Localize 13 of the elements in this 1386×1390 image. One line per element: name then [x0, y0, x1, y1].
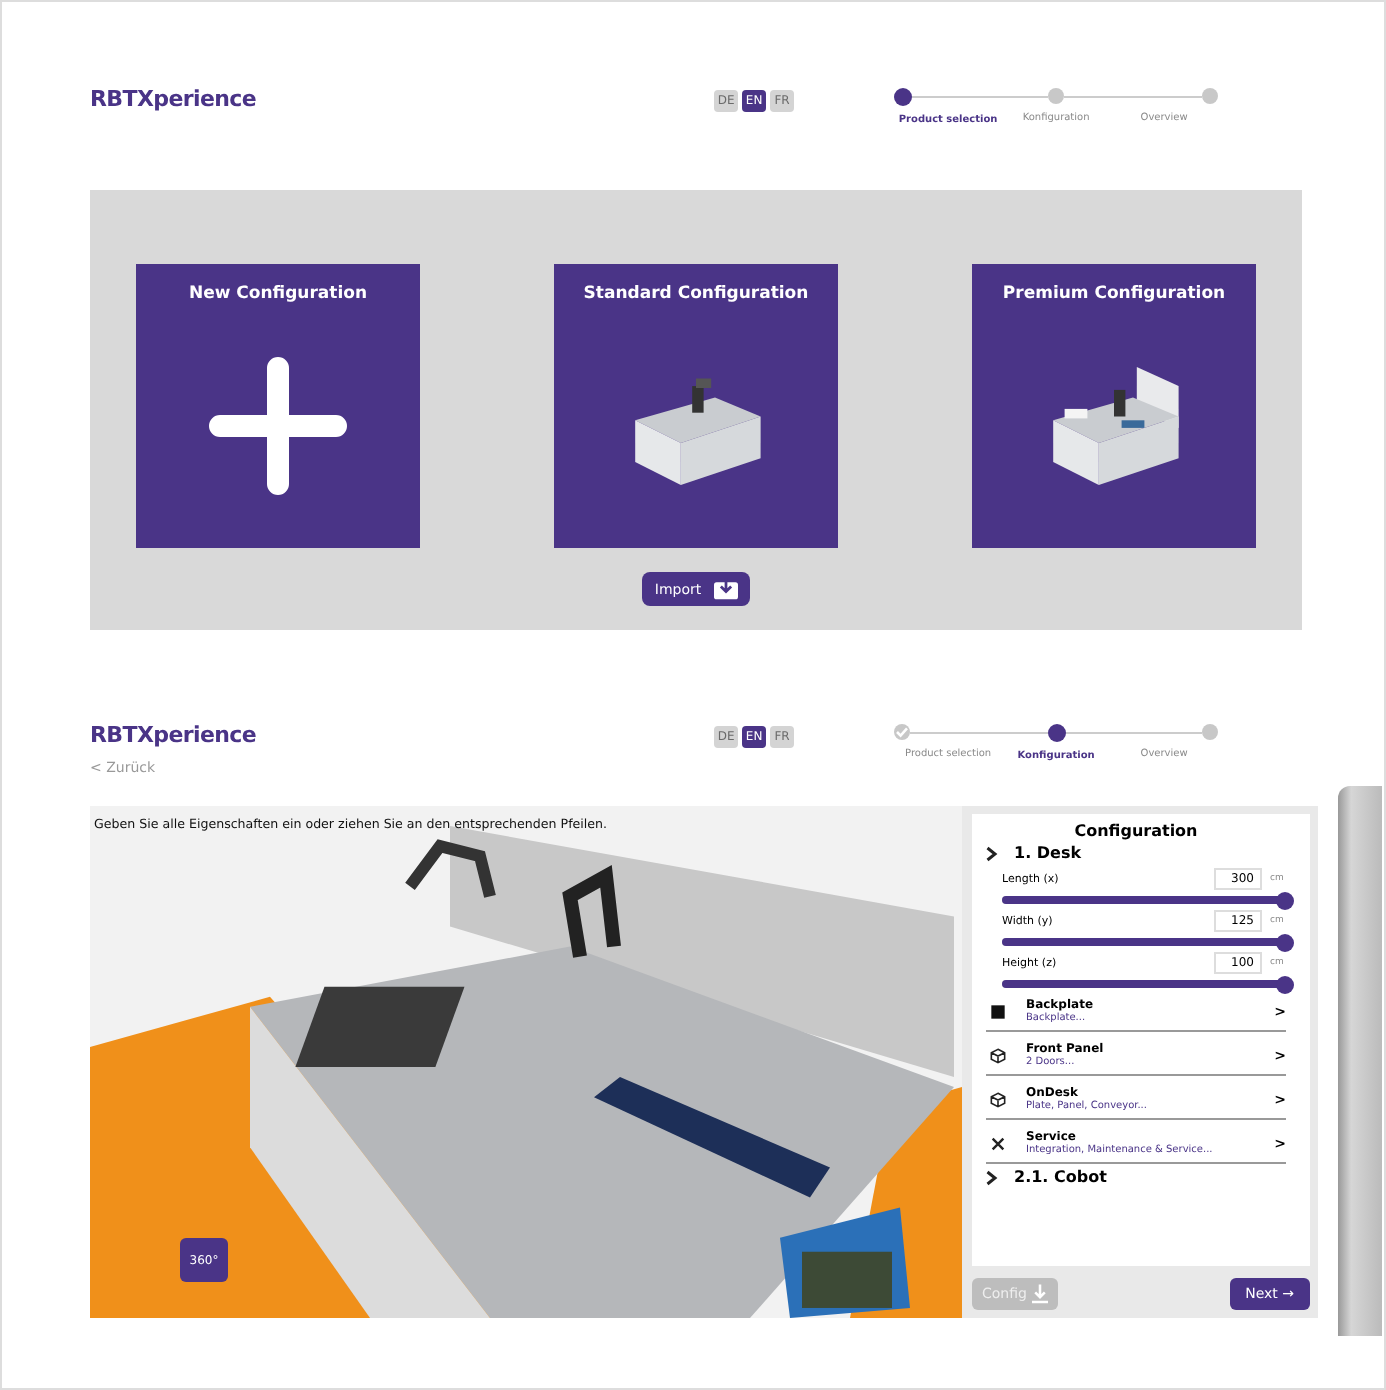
- card-title: Standard Configuration: [583, 284, 809, 304]
- configuration-card[interactable]: Premium Configuration: [972, 264, 1256, 548]
- section-title: 2.1. Cobot: [1014, 1168, 1107, 1186]
- configuration-card[interactable]: New Configuration: [136, 264, 420, 548]
- card-title: Premium Configuration: [1002, 284, 1226, 304]
- panel-title: Configuration: [1074, 822, 1198, 840]
- card-title: New Configuration: [188, 284, 368, 304]
- brand-logo: RBTXperience: [90, 722, 257, 748]
- section-title: 1. Desk: [1014, 844, 1082, 862]
- configuration-card[interactable]: Standard Configuration: [554, 264, 838, 548]
- section-header[interactable]: 2.1. Cobot: [986, 1168, 1286, 1186]
- brand-logo: RBTXperience: [90, 86, 257, 112]
- section-header[interactable]: 1. Desk: [986, 844, 1286, 862]
